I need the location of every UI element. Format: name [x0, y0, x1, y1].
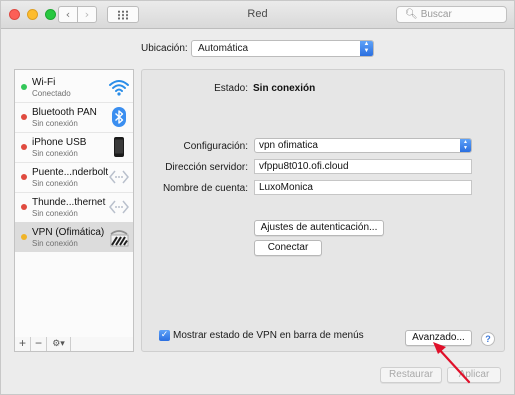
search-icon: 🔍︎	[405, 9, 418, 20]
configuration-label: Configuración:	[183, 141, 248, 152]
select-arrows-icon: ▲ ▼	[360, 41, 373, 56]
service-status: Sin conexión	[32, 209, 78, 218]
thunderbolt-bridge-icon	[109, 170, 129, 184]
service-item-iphone-usb[interactable]: iPhone USB Sin conexión	[15, 132, 133, 162]
service-list: Wi-Fi Conectado Bluetooth PAN Sin conexi…	[14, 69, 134, 338]
service-item-thunderbolt-ethernet[interactable]: Thunde...thernet Sin conexión	[15, 192, 133, 222]
status-dot	[21, 144, 27, 150]
service-item-thunderbolt-bridge[interactable]: Puente...nderbolt Sin conexión	[15, 162, 133, 192]
title-bar: ‹ › Red 🔍︎ Buscar	[1, 1, 514, 29]
vpn-icon	[110, 230, 129, 247]
network-preferences-window: ‹ › Red 🔍︎ Buscar Ubicación: Automática ▲…	[0, 0, 515, 395]
status-value: Sin conexión	[253, 83, 316, 94]
search-field[interactable]: 🔍︎ Buscar	[396, 6, 507, 23]
service-actions-button[interactable]: ⚙▾	[47, 337, 71, 351]
status-dot	[21, 114, 27, 120]
service-status: Sin conexión	[32, 119, 78, 128]
authentication-settings-button[interactable]: Ajustes de autenticación...	[254, 220, 384, 236]
location-label: Ubicación:	[141, 43, 188, 54]
service-item-bluetooth-pan[interactable]: Bluetooth PAN Sin conexión	[15, 102, 133, 132]
service-status: Conectado	[32, 89, 71, 98]
advanced-button[interactable]: Avanzado...	[405, 330, 472, 346]
select-arrows-icon: ▲ ▼	[460, 139, 471, 152]
bluetooth-icon	[112, 107, 126, 127]
connect-button[interactable]: Conectar	[254, 240, 322, 256]
status-label: Estado:	[214, 83, 248, 94]
wifi-icon	[109, 80, 129, 96]
thunderbolt-ethernet-icon	[109, 200, 129, 214]
service-list-toolbar: + − ⚙▾	[14, 337, 134, 352]
vpn-detail-pane: Estado: Sin conexión Configuración: vpn …	[141, 69, 505, 352]
service-status: Sin conexión	[32, 149, 78, 158]
service-name: iPhone USB	[32, 137, 87, 148]
add-service-button[interactable]: +	[15, 337, 31, 351]
server-address-label: Dirección servidor:	[165, 162, 248, 173]
configuration-value: vpn ofimatica	[259, 140, 318, 151]
status-dot	[21, 174, 27, 180]
status-dot	[21, 84, 27, 90]
location-select[interactable]: Automática ▲ ▼	[191, 40, 374, 57]
search-placeholder: Buscar	[420, 9, 452, 20]
service-name: Thunde...thernet	[32, 197, 106, 208]
service-status: Sin conexión	[32, 239, 78, 248]
location-value: Automática	[198, 43, 249, 54]
show-vpn-status-checkbox[interactable]: ✓	[159, 330, 170, 341]
service-name: Bluetooth PAN	[32, 107, 97, 118]
remove-service-button[interactable]: −	[31, 337, 47, 351]
service-name: Puente...nderbolt	[32, 167, 109, 178]
server-address-field[interactable]: vfppu8t010.ofi.cloud	[254, 159, 472, 174]
service-status: Sin conexión	[32, 179, 78, 188]
status-dot	[21, 234, 27, 240]
show-vpn-status-label: Mostrar estado de VPN en barra de menús	[173, 330, 364, 341]
service-item-vpn-ofimatica[interactable]: VPN (Ofimática) Sin conexión	[15, 222, 133, 252]
help-button[interactable]: ?	[481, 332, 495, 346]
service-name: VPN (Ofimática)	[32, 227, 105, 238]
account-name-field[interactable]: LuxoMonica	[254, 180, 472, 195]
configuration-select[interactable]: vpn ofimatica ▲ ▼	[254, 138, 472, 153]
status-dot	[21, 204, 27, 210]
apply-button[interactable]: Aplicar	[447, 367, 501, 383]
revert-button[interactable]: Restaurar	[380, 367, 442, 383]
account-name-label: Nombre de cuenta:	[162, 183, 248, 194]
service-name: Wi-Fi	[32, 77, 56, 88]
service-item-wifi[interactable]: Wi-Fi Conectado	[15, 72, 133, 102]
iphone-icon	[114, 137, 124, 157]
